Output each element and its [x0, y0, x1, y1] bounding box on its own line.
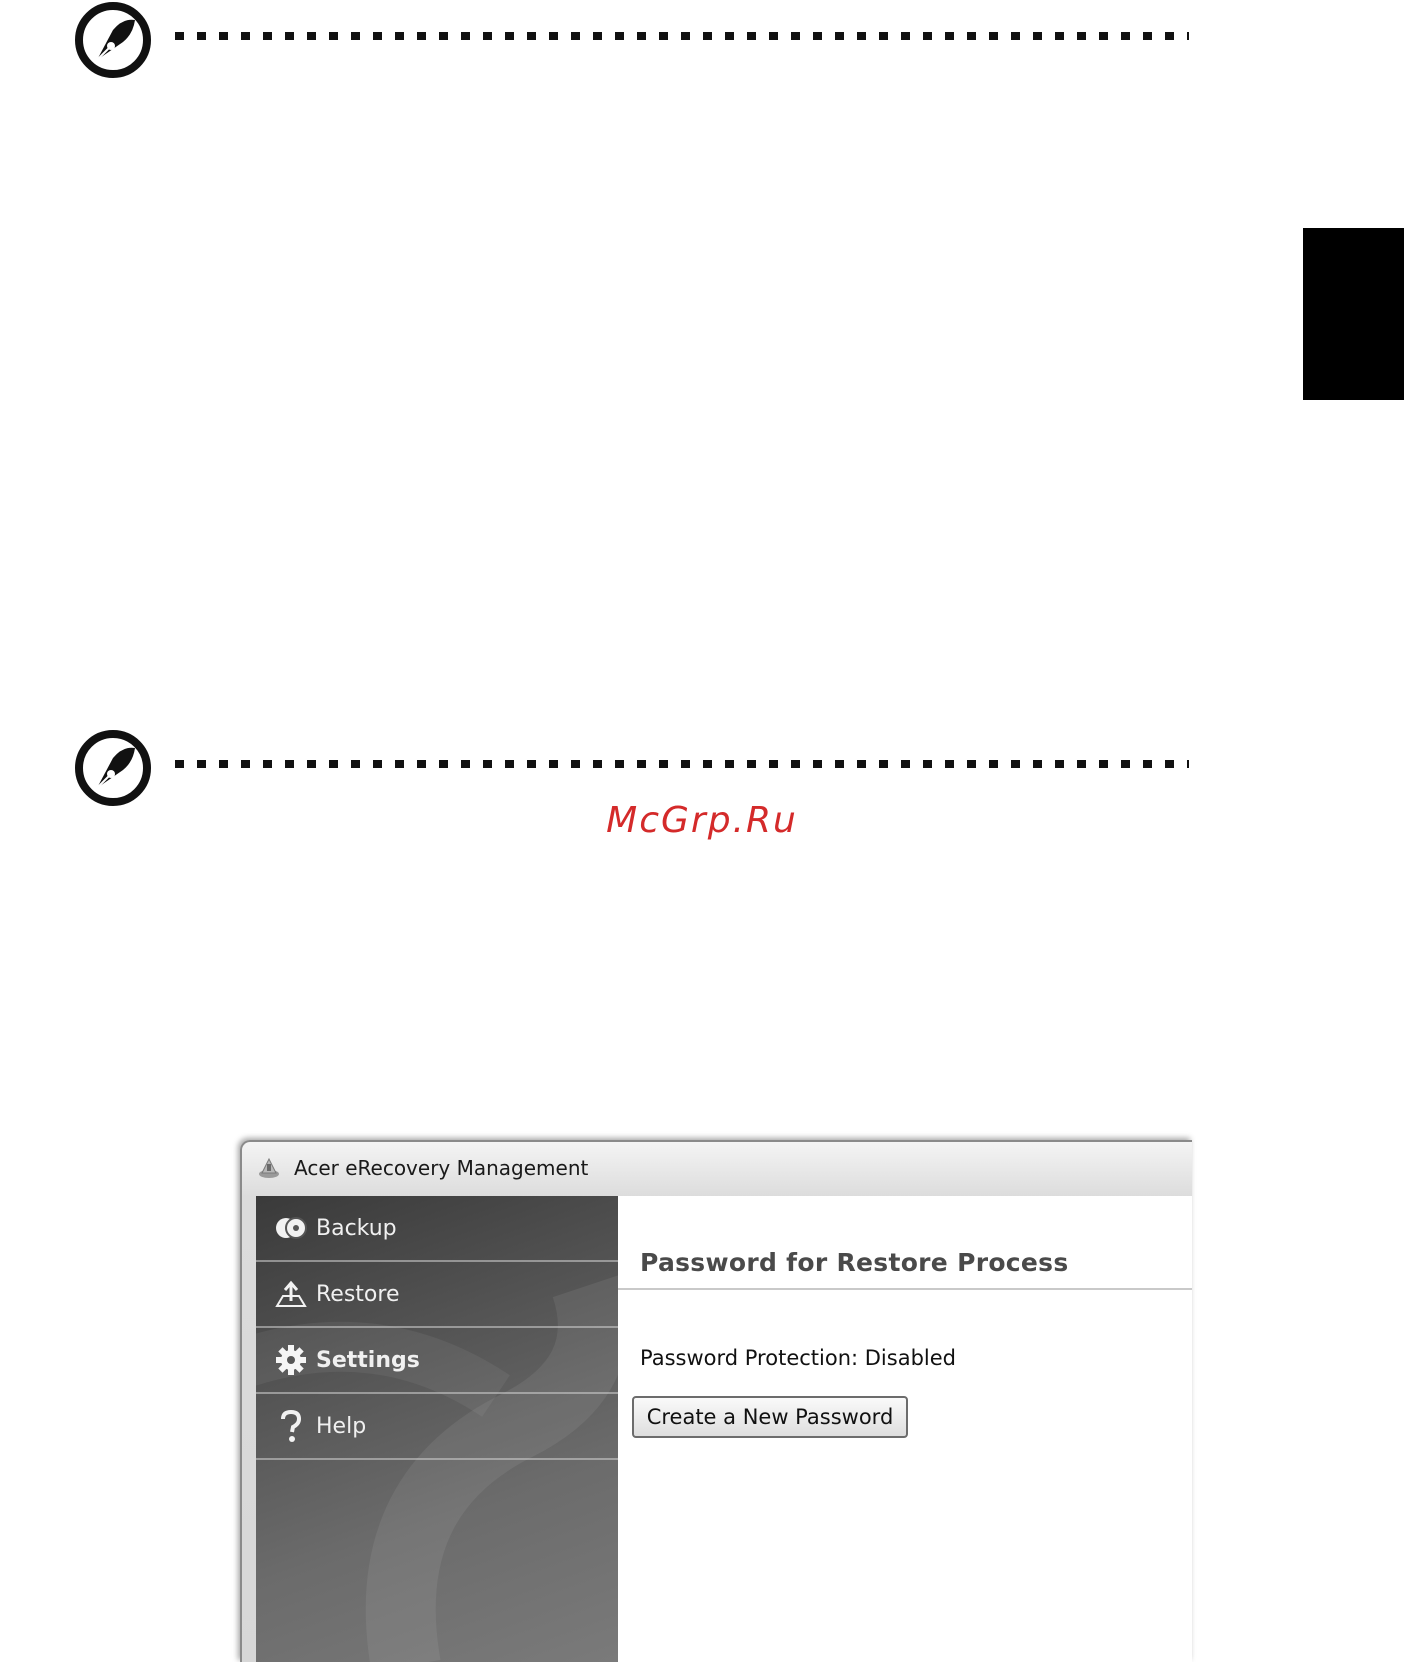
note-pen-icon [75, 730, 151, 806]
content-panel: Password for Restore Process Password Pr… [618, 1196, 1192, 1662]
restore-icon [274, 1277, 308, 1311]
sidebar-item-label: Backup [316, 1215, 397, 1241]
app-icon [259, 1157, 279, 1178]
note-divider [175, 32, 1189, 40]
section-divider [618, 1288, 1192, 1290]
window-title: Acer eRecovery Management [294, 1156, 589, 1180]
sidebar-item-settings[interactable]: Settings [256, 1328, 618, 1394]
note-divider [175, 760, 1189, 768]
watermark: McGrp.Ru [606, 800, 798, 841]
section-title: Password for Restore Process [640, 1248, 1069, 1277]
disc-icon [274, 1211, 308, 1245]
sidebar-item-label: Restore [316, 1281, 400, 1307]
gear-icon [274, 1343, 308, 1377]
chapter-tab [1303, 228, 1404, 400]
sidebar-item-restore[interactable]: Restore [256, 1262, 618, 1328]
window-titlebar[interactable]: Acer eRecovery Management [242, 1142, 1192, 1194]
sidebar-item-help[interactable]: Help [256, 1394, 618, 1460]
password-status: Password Protection: Disabled [640, 1346, 956, 1370]
note-pen-icon [75, 2, 151, 78]
question-icon [274, 1409, 308, 1443]
sidebar-item-backup[interactable]: Backup [256, 1196, 618, 1262]
sidebar-item-label: Settings [316, 1347, 420, 1373]
create-password-button[interactable]: Create a New Password [632, 1396, 908, 1438]
sidebar-item-label: Help [316, 1413, 367, 1439]
app-window: Acer eRecovery Management Backup Restore [240, 1140, 1192, 1662]
sidebar: Backup Restore Settings Help [256, 1196, 618, 1662]
